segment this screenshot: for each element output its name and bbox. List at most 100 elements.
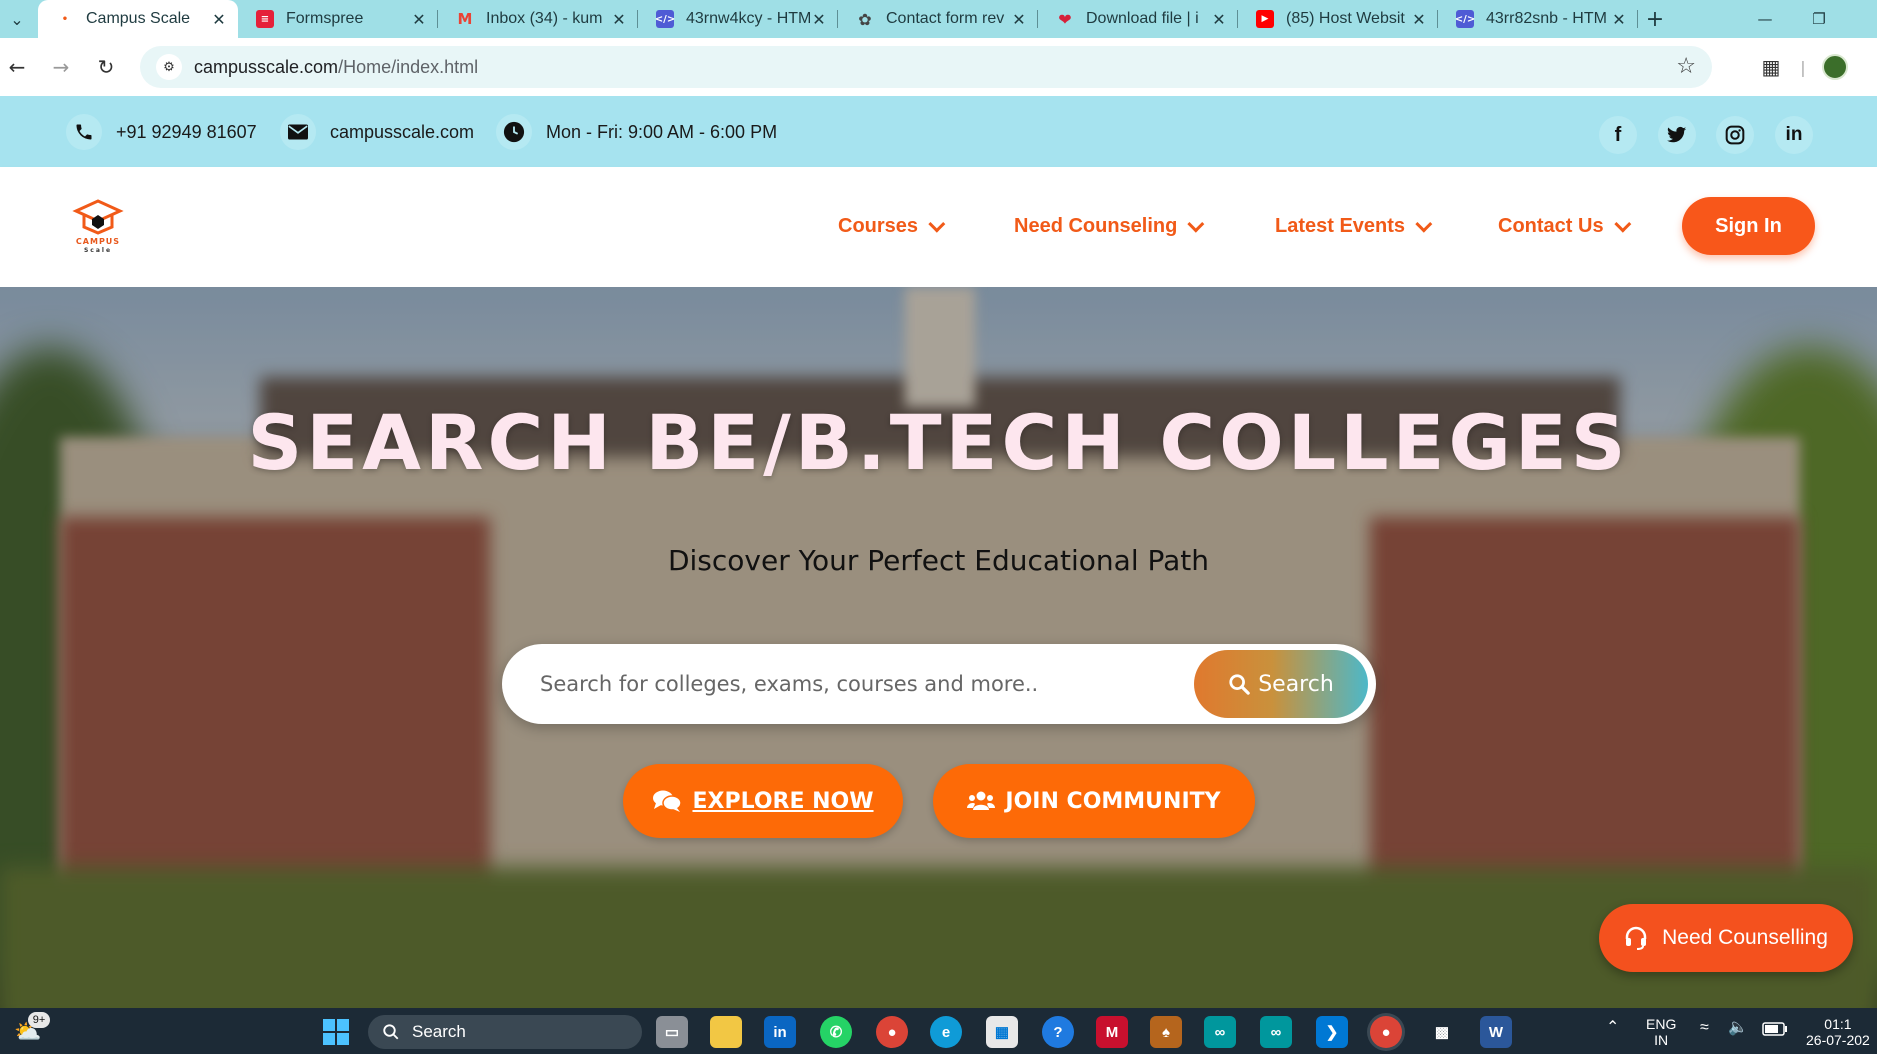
clock-date[interactable]: 01:1 26-07-202 <box>1806 1016 1870 1048</box>
tray-chevron-up-icon[interactable]: ⌃ <box>1606 1020 1619 1036</box>
code-favicon-icon: </> <box>1455 10 1475 28</box>
close-tab-icon[interactable]: ✕ <box>210 10 228 29</box>
tab-chatgpt[interactable]: ✿ Contact form rev ✕ <box>838 0 1038 38</box>
help-icon[interactable]: ? <box>1042 1016 1074 1048</box>
back-arrow-icon[interactable]: ← <box>0 50 34 84</box>
formspree-favicon-icon: ≡ <box>256 10 274 28</box>
browser-tab-bar: ⌄ • Campus Scale ✕ ≡ Formspree ✕ M Inbox… <box>0 0 1877 38</box>
toolbar-divider: | <box>1800 57 1806 77</box>
file-explorer-icon[interactable] <box>710 1016 742 1048</box>
edge-icon[interactable]: e <box>930 1016 962 1048</box>
language-indicator[interactable]: ENG IN <box>1646 1016 1676 1048</box>
extensions-puzzle-icon[interactable]: ▦ <box>1758 54 1784 80</box>
windows-taskbar: ⛅ 9+ Search ▭ in ✆ ● e ▦ ? M ♠ ∞ ∞ ❯ ● ▩… <box>0 1008 1877 1054</box>
phone-info: +91 92949 81607 <box>66 114 257 150</box>
nav-contact-us[interactable]: Contact Us <box>1498 215 1631 238</box>
clock-icon <box>496 114 532 150</box>
mcafee-icon[interactable]: M <box>1096 1016 1128 1048</box>
word-icon[interactable]: W <box>1480 1016 1512 1048</box>
search-button-label: Search <box>1258 671 1334 697</box>
chevron-down-icon <box>1187 215 1205 233</box>
battery-icon[interactable] <box>1762 1022 1788 1039</box>
close-tab-icon[interactable]: ✕ <box>410 10 428 29</box>
whatsapp-icon[interactable]: ✆ <box>820 1016 852 1048</box>
twitter-icon[interactable] <box>1658 116 1696 154</box>
lang-in: IN <box>1654 1032 1669 1048</box>
nav-latest-events[interactable]: Latest Events <box>1275 215 1433 238</box>
arduino-ide-icon[interactable]: ∞ <box>1260 1016 1292 1048</box>
task-view-icon[interactable]: ▭ <box>656 1016 688 1048</box>
join-community-button[interactable]: JOIN COMMUNITY <box>933 764 1255 838</box>
heart-favicon-icon: ❤ <box>1058 9 1072 29</box>
clock-time: 01:1 <box>1824 1016 1852 1032</box>
instagram-icon[interactable] <box>1716 116 1754 154</box>
nav-courses[interactable]: Courses <box>838 215 946 238</box>
minimize-icon[interactable]: — <box>1742 0 1788 38</box>
chrome-active-icon[interactable]: ● <box>1370 1016 1402 1048</box>
volume-icon[interactable]: 🔈 <box>1728 1020 1748 1036</box>
phone-number: +91 92949 81607 <box>116 121 257 142</box>
browser-toolbar: ← → ↻ ⚙ campusscale.com/Home/index.html … <box>0 38 1877 96</box>
profile-avatar[interactable] <box>1822 54 1848 80</box>
windows-search-box[interactable]: Search <box>368 1015 642 1049</box>
media-app-icon[interactable]: ▩ <box>1426 1016 1458 1048</box>
campus-scale-logo[interactable]: CAMPUS Scale <box>70 197 126 257</box>
tab-campus-scale[interactable]: • Campus Scale ✕ <box>38 0 238 38</box>
chevron-down-icon <box>928 215 946 233</box>
tab-gmail[interactable]: M Inbox (34) - kum ✕ <box>438 0 638 38</box>
address-bar[interactable]: ⚙ campusscale.com/Home/index.html ☆ <box>140 46 1712 88</box>
game-app-icon[interactable]: ♠ <box>1150 1016 1182 1048</box>
microsoft-store-icon[interactable]: ▦ <box>986 1016 1018 1048</box>
linkedin-icon[interactable]: in <box>1775 116 1813 154</box>
chevron-down-icon <box>1415 215 1433 233</box>
tab-codepen-2[interactable]: </> 43rr82snb - HTM ✕ <box>1438 0 1638 38</box>
site-header: CAMPUS Scale Courses Need Counseling Lat… <box>0 167 1877 287</box>
users-icon <box>967 790 996 812</box>
need-counselling-label: Need Counselling <box>1662 926 1828 949</box>
windows-start-icon[interactable] <box>320 1016 352 1048</box>
arduino-icon[interactable]: ∞ <box>1204 1016 1236 1048</box>
openai-favicon-icon: ✿ <box>858 9 872 29</box>
need-counselling-floating-button[interactable]: Need Counselling <box>1599 904 1853 972</box>
chrome-icon[interactable]: ● <box>876 1016 908 1048</box>
join-community-label: JOIN COMMUNITY <box>1005 788 1221 814</box>
tab-title: 43rr82snb - HTM <box>1486 10 1607 27</box>
comments-icon <box>652 789 683 813</box>
tab-formspree[interactable]: ≡ Formspree ✕ <box>238 0 438 38</box>
linkedin-app-icon[interactable]: in <box>764 1016 796 1048</box>
college-search-input[interactable] <box>540 664 1180 704</box>
phone-icon <box>66 114 102 150</box>
tab-strip: • Campus Scale ✕ ≡ Formspree ✕ M Inbox (… <box>38 0 1638 38</box>
search-button[interactable]: Search <box>1194 650 1368 718</box>
nav-latest-events-label: Latest Events <box>1275 215 1406 237</box>
vscode-icon[interactable]: ❯ <box>1316 1016 1348 1048</box>
reload-icon[interactable]: ↻ <box>89 50 123 84</box>
new-tab-button[interactable]: + <box>1640 0 1670 38</box>
facebook-icon[interactable]: f <box>1599 116 1637 154</box>
sign-in-button[interactable]: Sign In <box>1682 197 1815 255</box>
graduation-cap-logo-icon <box>72 199 124 235</box>
close-tab-icon[interactable]: ✕ <box>1210 10 1228 29</box>
close-tab-icon[interactable]: ✕ <box>610 10 628 29</box>
forward-arrow-icon[interactable]: → <box>44 50 78 84</box>
tab-search-chevron-icon[interactable]: ⌄ <box>0 0 34 38</box>
tab-youtube[interactable]: ▶ (85) Host Websit ✕ <box>1238 0 1438 38</box>
bookmark-star-icon[interactable]: ☆ <box>1676 54 1696 79</box>
tab-title: (85) Host Websit <box>1286 10 1405 27</box>
nav-need-counseling-label: Need Counseling <box>1014 215 1178 237</box>
restore-icon[interactable]: ❐ <box>1796 0 1842 38</box>
wifi-icon[interactable]: ≈ <box>1700 1020 1709 1036</box>
close-tab-icon[interactable]: ✕ <box>1610 10 1628 29</box>
search-icon <box>383 1024 399 1040</box>
nav-contact-us-label: Contact Us <box>1498 215 1604 237</box>
tab-download-file[interactable]: ❤ Download file | i ✕ <box>1038 0 1238 38</box>
explore-now-button[interactable]: EXPLORE NOW <box>623 764 903 838</box>
tab-codepen-1[interactable]: </> 43rnw4kcy - HTM ✕ <box>638 0 838 38</box>
close-tab-icon[interactable]: ✕ <box>1410 10 1428 29</box>
close-tab-icon[interactable]: ✕ <box>1010 10 1028 29</box>
hours-info: Mon - Fri: 9:00 AM - 6:00 PM <box>496 114 777 150</box>
close-tab-icon[interactable]: ✕ <box>810 10 828 29</box>
nav-need-counseling[interactable]: Need Counseling <box>1014 215 1205 238</box>
youtube-favicon-icon: ▶ <box>1256 10 1274 28</box>
site-info-icon[interactable]: ⚙ <box>156 54 182 80</box>
